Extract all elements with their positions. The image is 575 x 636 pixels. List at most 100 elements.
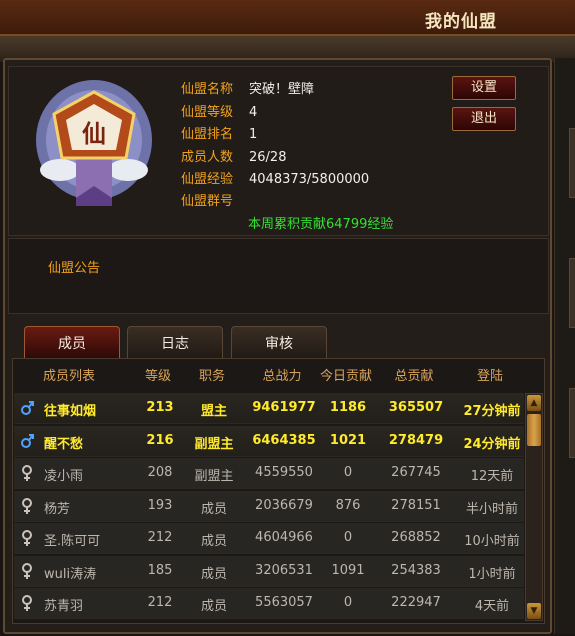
- info-row-members: 成员人数 26/28: [181, 146, 286, 166]
- cell-role: 盟主: [200, 404, 227, 419]
- guild-emblem-icon: 仙: [36, 80, 152, 206]
- notice-label: 仙盟公告: [48, 261, 101, 276]
- title-bar: 我的仙盟: [0, 0, 575, 36]
- settings-button[interactable]: 设置: [452, 76, 516, 100]
- cell-level: 213: [146, 400, 174, 415]
- cell-name: 圣.陈可可: [44, 534, 101, 549]
- header-member: 成员列表: [42, 369, 95, 384]
- member-list-header: 成员列表 等级 职务 总战力 今日贡献 总贡献 登陆: [12, 360, 526, 388]
- info-key: 仙盟等级: [181, 105, 234, 120]
- cell-role: 副盟主: [194, 469, 234, 484]
- cell-name: 杨芳: [44, 501, 71, 517]
- cell-total: 278151: [391, 497, 441, 513]
- cell-today: 0: [343, 595, 353, 610]
- cell-name: wuli涛涛: [44, 566, 97, 582]
- cell-login: 10小时前: [464, 534, 520, 549]
- header-login: 登陆: [476, 369, 503, 384]
- female-icon: [22, 562, 32, 579]
- guild-name: 突破！壁障: [249, 82, 315, 97]
- cell-total: 278479: [388, 432, 444, 448]
- guild-exp: 4048373/5800000: [249, 172, 370, 187]
- table-row[interactable]: 苏青羽 212 成员 5563057 0 222947 4天前: [14, 588, 524, 619]
- male-icon: [21, 401, 34, 415]
- cell-power: 9461977: [252, 400, 316, 415]
- cell-power: 2036679: [255, 497, 313, 513]
- cell-login: 1小时前: [468, 566, 516, 582]
- guild-level: 4: [249, 105, 258, 120]
- cell-today: 1021: [329, 432, 367, 448]
- cell-login: 4天前: [474, 599, 510, 614]
- scroll-down-icon[interactable]: ▼: [527, 603, 541, 619]
- cell-power: 3206531: [255, 562, 313, 578]
- side-tab[interactable]: [569, 128, 575, 198]
- info-key: 仙盟名称: [181, 82, 234, 97]
- info-row-exp: 仙盟经验 4048373/5800000: [181, 168, 369, 188]
- header-today: 今日贡献: [319, 369, 372, 384]
- emblem-char: 仙: [82, 119, 106, 148]
- female-icon: [22, 595, 32, 611]
- cell-today: 1186: [329, 400, 367, 415]
- female-icon: [22, 530, 32, 546]
- side-tab[interactable]: [569, 258, 575, 328]
- cell-power: 6464385: [252, 432, 316, 448]
- cell-level: 193: [147, 497, 173, 513]
- cell-today: 1091: [331, 562, 365, 578]
- tab-members[interactable]: 成员: [24, 326, 120, 360]
- cell-role: 成员: [200, 566, 227, 582]
- list-scrollbar[interactable]: ▲ ▼: [525, 393, 543, 621]
- guild-rank: 1: [249, 127, 258, 142]
- cell-login: 24分钟前: [463, 436, 521, 452]
- female-icon: [22, 465, 32, 481]
- table-row[interactable]: 杨芳 193 成员 2036679 876 278151 半小时前: [14, 490, 524, 522]
- cell-power: 4604966: [255, 530, 313, 545]
- scroll-up-icon[interactable]: ▲: [527, 395, 541, 411]
- female-icon: [22, 497, 32, 514]
- info-key: 仙盟排名: [181, 127, 234, 142]
- cell-level: 216: [146, 432, 174, 448]
- cell-role: 副盟主: [194, 436, 234, 452]
- info-row-level: 仙盟等级 4: [181, 101, 257, 121]
- table-row[interactable]: 醒不愁 216 副盟主 6464385 1021 278479 24分钟前: [14, 425, 524, 457]
- cell-role: 成员: [200, 599, 227, 614]
- cell-level: 185: [147, 562, 173, 578]
- cell-name: 往事如烟: [44, 404, 97, 419]
- cell-today: 0: [343, 465, 353, 480]
- table-row[interactable]: 圣.陈可可 212 成员 4604966 0 268852 10小时前: [14, 523, 524, 554]
- weekly-contribution: 本周累积贡献64799经验: [248, 217, 394, 232]
- header-level: 等级: [144, 369, 171, 384]
- cell-login: 半小时前: [465, 501, 518, 517]
- cell-level: 212: [147, 530, 173, 545]
- cell-login: 27分钟前: [463, 404, 521, 419]
- cell-today: 0: [343, 530, 353, 545]
- info-key: 仙盟经验: [181, 172, 234, 187]
- scroll-thumb[interactable]: [527, 414, 541, 446]
- cell-total: 222947: [391, 595, 441, 610]
- info-row-name: 仙盟名称 突破！壁障: [181, 78, 314, 98]
- tab-log[interactable]: 日志: [127, 326, 223, 360]
- cell-level: 208: [147, 465, 173, 480]
- cell-total: 267745: [391, 465, 441, 480]
- cell-name: 凌小雨: [44, 469, 84, 484]
- header-power: 总战力: [262, 369, 302, 384]
- cell-total: 268852: [391, 530, 441, 545]
- cell-today: 876: [335, 497, 361, 513]
- table-row[interactable]: 往事如烟 213 盟主 9461977 1186 365507 27分钟前: [14, 393, 524, 424]
- info-key: 成员人数: [181, 150, 234, 165]
- member-count: 26/28: [249, 150, 287, 165]
- cell-role: 成员: [200, 534, 227, 549]
- info-row-group: 仙盟群号: [181, 190, 249, 210]
- cell-name: 醒不愁: [44, 436, 84, 452]
- info-row-rank: 仙盟排名 1: [181, 123, 257, 143]
- table-row[interactable]: 凌小雨 208 副盟主 4559550 0 267745 12天前: [14, 458, 524, 489]
- cell-power: 4559550: [255, 465, 313, 480]
- cell-name: 苏青羽: [44, 599, 84, 614]
- window-title: 我的仙盟: [425, 12, 497, 32]
- header-role: 职务: [198, 369, 225, 384]
- cell-role: 成员: [200, 501, 227, 517]
- cell-login: 12天前: [470, 469, 514, 484]
- tab-review[interactable]: 审核: [231, 326, 327, 360]
- side-panel-edge: [554, 58, 575, 634]
- table-row[interactable]: wuli涛涛 185 成员 3206531 1091 254383 1小时前: [14, 555, 524, 587]
- exit-button[interactable]: 退出: [452, 107, 516, 131]
- side-tab[interactable]: [569, 388, 575, 458]
